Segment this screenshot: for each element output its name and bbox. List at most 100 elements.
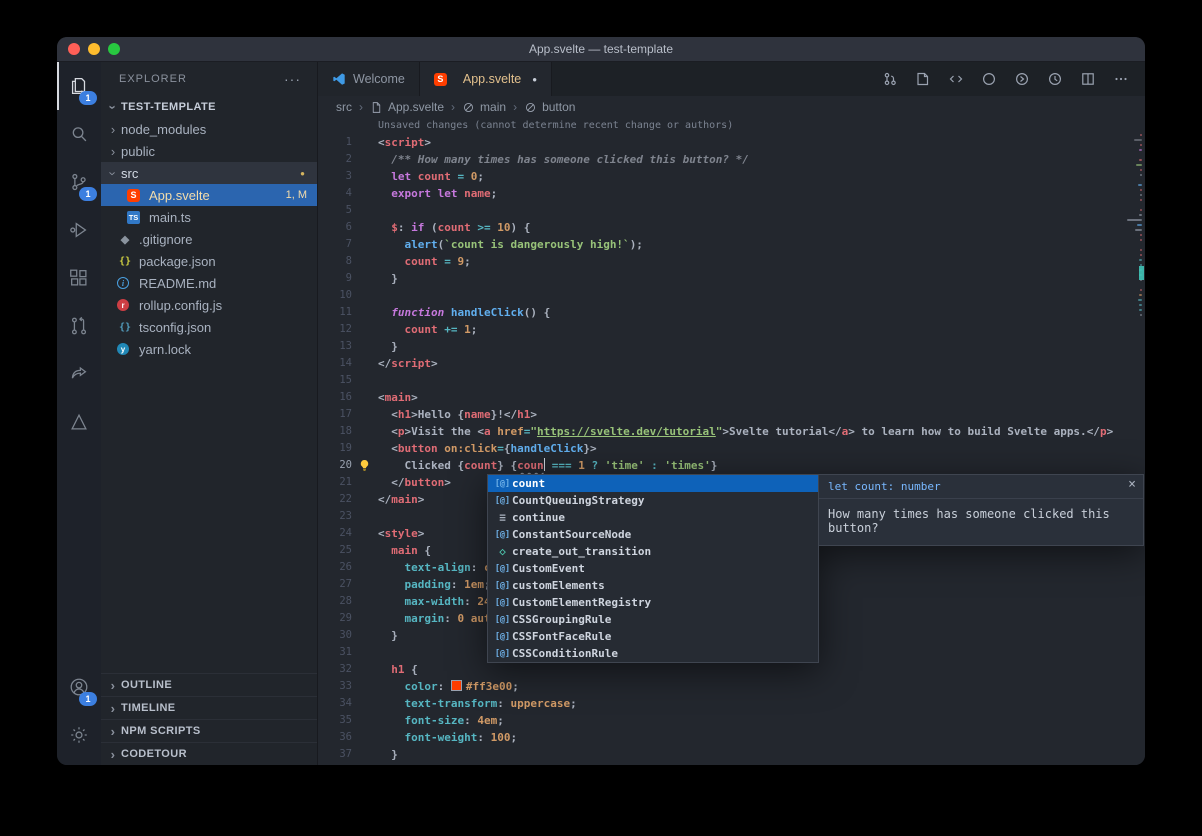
tree-item-public[interactable]: ›public [101, 140, 317, 162]
line-number[interactable]: 34 [318, 695, 352, 712]
line-number[interactable]: 30 [318, 627, 352, 644]
line-number[interactable]: 28 [318, 593, 352, 610]
run-circle-icon[interactable] [981, 71, 997, 87]
suggestion-cssconditionrule[interactable]: [@]CSSConditionRule [488, 645, 818, 662]
code-line[interactable]: 37 } [318, 746, 1145, 763]
code-line[interactable]: 14</script> [318, 355, 1145, 372]
code-line[interactable]: 36 font-weight: 100; [318, 729, 1145, 746]
line-number[interactable]: 33 [318, 678, 352, 695]
tree-item-app.svelte[interactable]: SApp.svelte1, M [101, 184, 317, 206]
activity-live-share-icon[interactable] [57, 350, 101, 398]
code-line[interactable]: 33 color: #ff3e00; [318, 678, 1145, 695]
line-number[interactable]: 1 [318, 134, 352, 151]
line-number[interactable]: 6 [318, 219, 352, 236]
line-number[interactable]: 24 [318, 525, 352, 542]
project-root-folder[interactable]: › TEST-TEMPLATE [101, 96, 317, 118]
section-npm-scripts[interactable]: ›NPM SCRIPTS [101, 719, 317, 742]
line-number[interactable]: 8 [318, 253, 352, 270]
tab-welcome[interactable]: Welcome [318, 62, 420, 96]
tree-item-.gitignore[interactable]: ◆.gitignore [101, 228, 317, 250]
line-number[interactable]: 14 [318, 355, 352, 372]
code-nav-icon[interactable] [948, 71, 964, 87]
line-number[interactable]: 21 [318, 474, 352, 491]
code-line[interactable]: 7 alert(`count is dangerously high!`); [318, 236, 1145, 253]
code-line[interactable]: 17 <h1>Hello {name}!</h1> [318, 406, 1145, 423]
git-compare-icon[interactable] [882, 71, 898, 87]
code-line[interactable]: 4 export let name; [318, 185, 1145, 202]
line-number[interactable]: 13 [318, 338, 352, 355]
line-number[interactable]: 20 [318, 457, 352, 474]
line-number[interactable]: 36 [318, 729, 352, 746]
suggestion-customelements[interactable]: [@]customElements [488, 577, 818, 594]
section-outline[interactable]: ›OUTLINE [101, 673, 317, 696]
line-number[interactable]: 5 [318, 202, 352, 219]
code-line[interactable]: 19 <button on:click={handleClick}> [318, 440, 1145, 457]
line-number[interactable]: 32 [318, 661, 352, 678]
line-number[interactable]: 23 [318, 508, 352, 525]
tree-item-readme.md[interactable]: iREADME.md [101, 272, 317, 294]
breadcrumb-button[interactable]: button [524, 100, 575, 114]
line-number[interactable]: 27 [318, 576, 352, 593]
activity-github-pr-icon[interactable] [57, 302, 101, 350]
code-line[interactable]: 2 /** How many times has someone clicked… [318, 151, 1145, 168]
tab-app-svelte[interactable]: SApp.svelte● [420, 62, 552, 96]
activity-run-debug-icon[interactable] [57, 206, 101, 254]
code-line[interactable]: 6 $: if (count >= 10) { [318, 219, 1145, 236]
line-number[interactable]: 7 [318, 236, 352, 253]
suggestion-create_out_transition[interactable]: ◇create_out_transition [488, 543, 818, 560]
breadcrumb-src[interactable]: src [336, 100, 352, 114]
code-line[interactable]: 8 count = 9; [318, 253, 1145, 270]
activity-extensions-icon[interactable] [57, 254, 101, 302]
activity-azure-icon[interactable] [57, 398, 101, 446]
code-editor[interactable]: Unsaved changes (cannot determine recent… [318, 118, 1145, 765]
line-number[interactable]: 9 [318, 270, 352, 287]
minimap[interactable] [1125, 118, 1145, 765]
line-number[interactable]: 4 [318, 185, 352, 202]
line-number[interactable]: 29 [318, 610, 352, 627]
suggestion-countqueuingstrategy[interactable]: [@]CountQueuingStrategy [488, 492, 818, 509]
lightbulb-icon[interactable] [358, 459, 371, 472]
suggestion-customevent[interactable]: [@]CustomEvent [488, 560, 818, 577]
code-line[interactable]: 10 [318, 287, 1145, 304]
tree-item-main.ts[interactable]: TSmain.ts [101, 206, 317, 228]
code-line[interactable]: 3 let count = 0; [318, 168, 1145, 185]
code-line[interactable]: 34 text-transform: uppercase; [318, 695, 1145, 712]
line-number[interactable]: 3 [318, 168, 352, 185]
tree-item-node-modules[interactable]: ›node_modules [101, 118, 317, 140]
suggestion-customelementregistry[interactable]: [@]CustomElementRegistry [488, 594, 818, 611]
tree-item-src[interactable]: ›src● [101, 162, 317, 184]
open-changes-icon[interactable] [915, 71, 931, 87]
line-number[interactable]: 10 [318, 287, 352, 304]
activity-settings-icon[interactable] [57, 711, 101, 759]
tree-item-tsconfig.json[interactable]: {}tsconfig.json [101, 316, 317, 338]
line-number[interactable]: 18 [318, 423, 352, 440]
activity-source-control-icon[interactable]: 1 [57, 158, 101, 206]
code-line[interactable]: 16<main> [318, 389, 1145, 406]
suggestion-cssfontfacerule[interactable]: [@]CSSFontFaceRule [488, 628, 818, 645]
line-number[interactable]: 26 [318, 559, 352, 576]
history-icon[interactable] [1047, 71, 1063, 87]
more-actions-icon[interactable]: ··· [284, 71, 301, 87]
code-line[interactable]: 12 count += 1; [318, 321, 1145, 338]
code-line[interactable]: 11 function handleClick() { [318, 304, 1145, 321]
breadcrumb-main[interactable]: main [462, 100, 506, 114]
code-line[interactable]: 9 } [318, 270, 1145, 287]
line-number[interactable]: 17 [318, 406, 352, 423]
activity-accounts-icon[interactable]: 1 [57, 663, 101, 711]
line-number[interactable]: 2 [318, 151, 352, 168]
code-line[interactable]: 1<script> [318, 134, 1145, 151]
suggestion-count[interactable]: [@]count [488, 475, 818, 492]
activity-search-icon[interactable] [57, 110, 101, 158]
suggestion-continue[interactable]: ≡continue [488, 509, 818, 526]
minimize-button[interactable] [88, 43, 100, 55]
more-actions-icon[interactable] [1113, 71, 1129, 87]
line-number[interactable]: 35 [318, 712, 352, 729]
code-line[interactable]: 18 <p>Visit the <a href="https://svelte.… [318, 423, 1145, 440]
code-line[interactable]: 32 h1 { [318, 661, 1145, 678]
suggestion-cssgroupingrule[interactable]: [@]CSSGroupingRule [488, 611, 818, 628]
line-number[interactable]: 12 [318, 321, 352, 338]
section-timeline[interactable]: ›TIMELINE [101, 696, 317, 719]
section-codetour[interactable]: ›CODETOUR [101, 742, 317, 765]
activity-explorer-icon[interactable]: 1 [57, 62, 101, 110]
sync-icon[interactable] [1014, 71, 1030, 87]
